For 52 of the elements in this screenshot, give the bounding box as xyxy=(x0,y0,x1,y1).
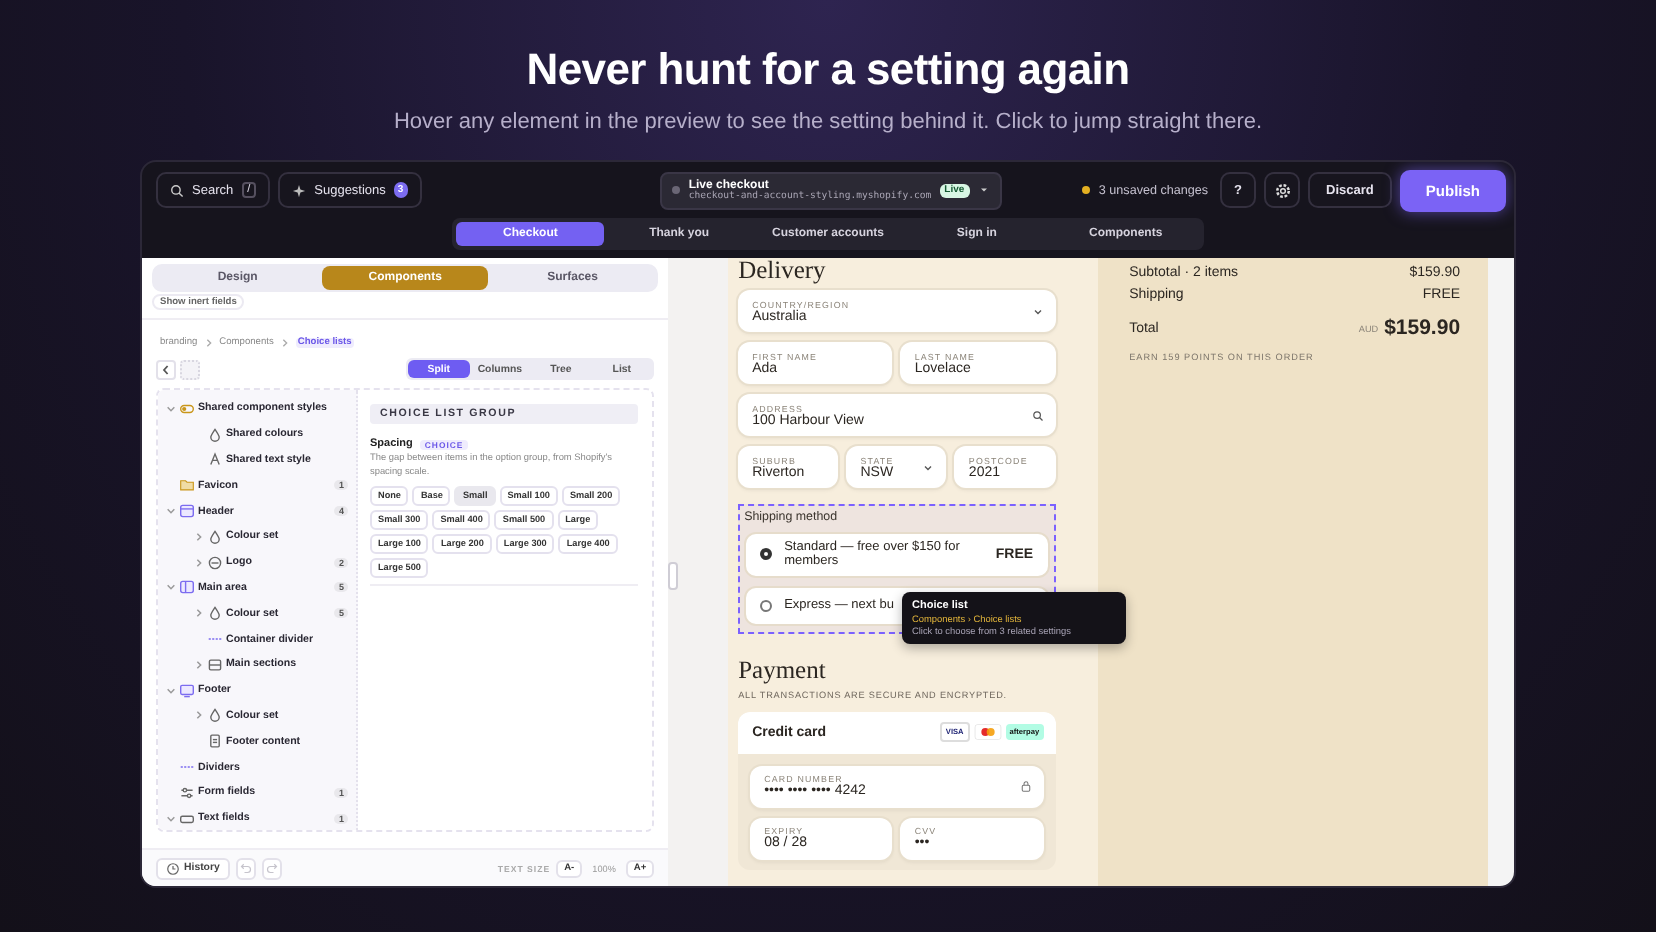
section-heading: Delivery xyxy=(738,258,828,284)
sliders-icon xyxy=(180,785,194,800)
layout-icon xyxy=(180,580,194,595)
drop-icon xyxy=(208,427,222,442)
settings-button[interactable] xyxy=(1264,172,1301,208)
caret-icon[interactable] xyxy=(193,608,203,619)
redo-icon xyxy=(265,862,278,874)
caret-icon[interactable] xyxy=(193,531,203,542)
lock-icon xyxy=(1019,780,1032,793)
radio-button[interactable] xyxy=(760,599,773,612)
clock-icon xyxy=(166,861,180,875)
undo-icon xyxy=(239,862,252,874)
window-icon xyxy=(180,504,194,519)
resize-handle[interactable] xyxy=(668,562,679,590)
chevron-right-icon xyxy=(203,338,214,348)
drop-icon xyxy=(208,708,222,723)
toggle-icon xyxy=(180,401,194,416)
chevron-down-icon xyxy=(922,461,935,473)
chevron-down-icon xyxy=(1031,305,1044,317)
hero-subtitle: Hover any element in the preview to see the setting behind it. Click to jump straight there. xyxy=(393,110,1263,134)
caret-icon[interactable] xyxy=(193,710,203,721)
caret-icon xyxy=(977,184,990,196)
total-value: $159.90 xyxy=(1384,316,1461,340)
caret-icon[interactable] xyxy=(165,813,175,824)
text-style-icon xyxy=(208,452,222,467)
document-icon xyxy=(208,734,222,749)
section-heading: Payment xyxy=(738,657,828,684)
caret-icon[interactable] xyxy=(165,582,175,593)
sections-icon xyxy=(208,657,222,672)
caret-icon[interactable] xyxy=(165,685,175,696)
back-button[interactable] xyxy=(156,359,176,379)
monitor-icon xyxy=(180,683,194,698)
status-dot-icon xyxy=(1082,186,1091,194)
folder-icon xyxy=(180,478,194,493)
radio-button[interactable] xyxy=(760,548,773,561)
text-field-icon xyxy=(180,811,194,826)
hero-title: Never hunt for a setting again xyxy=(526,44,1130,96)
card-brand-icon xyxy=(973,724,1002,741)
search-icon xyxy=(1031,409,1044,421)
caret-icon[interactable] xyxy=(165,403,175,414)
logo-icon xyxy=(208,555,222,570)
settings-icon xyxy=(1273,181,1292,199)
caret-icon[interactable] xyxy=(165,506,175,517)
sparkle-icon xyxy=(292,183,307,197)
drop-icon xyxy=(208,606,222,621)
status-dot-icon xyxy=(672,186,681,194)
chevron-right-icon xyxy=(279,338,290,348)
search-icon xyxy=(170,183,184,197)
drop-icon xyxy=(208,529,222,544)
caret-icon[interactable] xyxy=(193,659,203,670)
caret-icon[interactable] xyxy=(193,557,203,568)
chevron-left-icon xyxy=(160,363,172,375)
